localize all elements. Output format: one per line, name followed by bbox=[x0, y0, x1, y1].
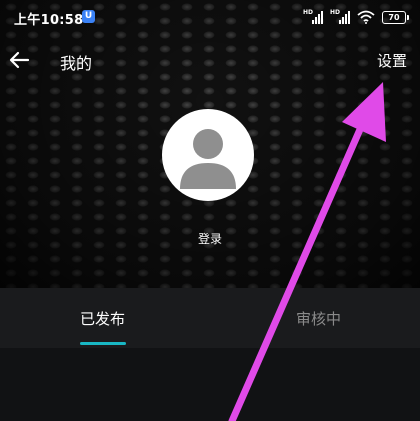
tab-bar: 已发布 审核中 bbox=[0, 288, 420, 348]
active-tab-indicator bbox=[80, 342, 126, 345]
battery-icon: 70 bbox=[382, 10, 409, 24]
content-area bbox=[0, 348, 420, 421]
avatar[interactable] bbox=[162, 109, 254, 201]
top-navbar: 我的 设置 bbox=[0, 42, 420, 78]
user-silhouette-icon bbox=[180, 129, 236, 189]
status-icons: HD HD 70 bbox=[303, 9, 409, 25]
settings-button[interactable]: 设置 bbox=[375, 48, 409, 73]
page-title: 我的 bbox=[60, 54, 93, 73]
signal-icon-2: HD bbox=[330, 9, 350, 24]
tab-under-review[interactable]: 审核中 bbox=[296, 308, 341, 329]
tab-published[interactable]: 已发布 bbox=[80, 308, 125, 329]
back-button[interactable] bbox=[6, 46, 34, 74]
signal-icon: HD bbox=[303, 9, 323, 24]
login-link[interactable]: 登录 bbox=[0, 230, 420, 247]
wifi-icon bbox=[357, 10, 375, 24]
arrow-left-icon bbox=[9, 51, 30, 69]
app-notification-icon: U bbox=[82, 10, 95, 23]
status-bar: 上午10:58 U HD HD 70 bbox=[0, 0, 420, 34]
status-time: 上午10:58 bbox=[14, 13, 84, 28]
